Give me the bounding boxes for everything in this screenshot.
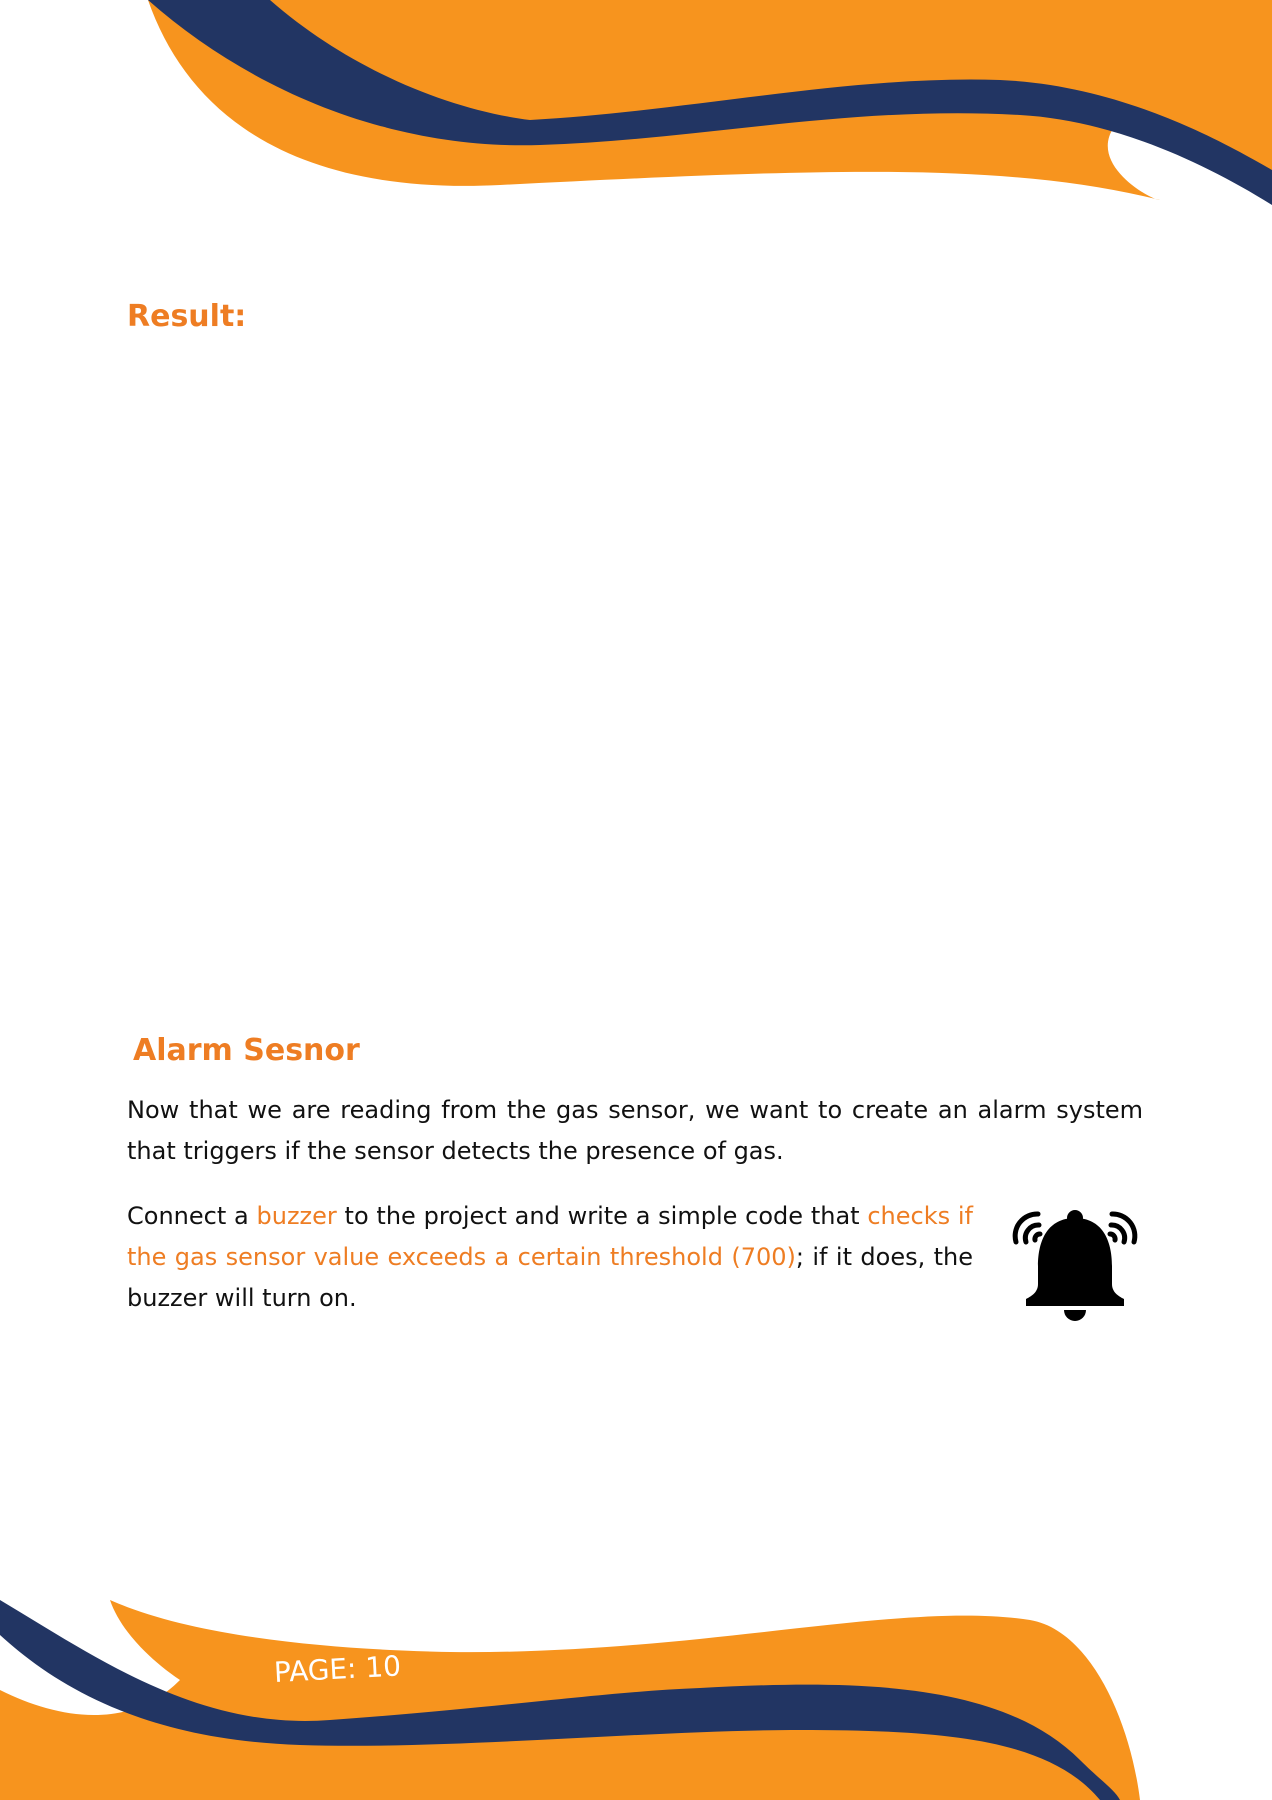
bottom-wave-decoration (0, 1600, 1140, 1800)
alarm-sensor-heading: Alarm Sesnor (133, 1033, 360, 1068)
intro-paragraph: Now that we are reading from the gas sen… (127, 1096, 1143, 1165)
task-paragraph: Connect a buzzer to the project and writ… (127, 1196, 973, 1319)
result-heading: Result: (127, 299, 247, 334)
task-text-2: to the project and write a simple code t… (336, 1202, 868, 1230)
page-number: PAGE: 10 (273, 1649, 402, 1689)
top-wave-decoration (148, 0, 1272, 205)
task-text-1: Connect a (127, 1202, 257, 1230)
buzzer-highlight: buzzer (256, 1202, 337, 1230)
alarm-bell-icon (1012, 1210, 1138, 1321)
